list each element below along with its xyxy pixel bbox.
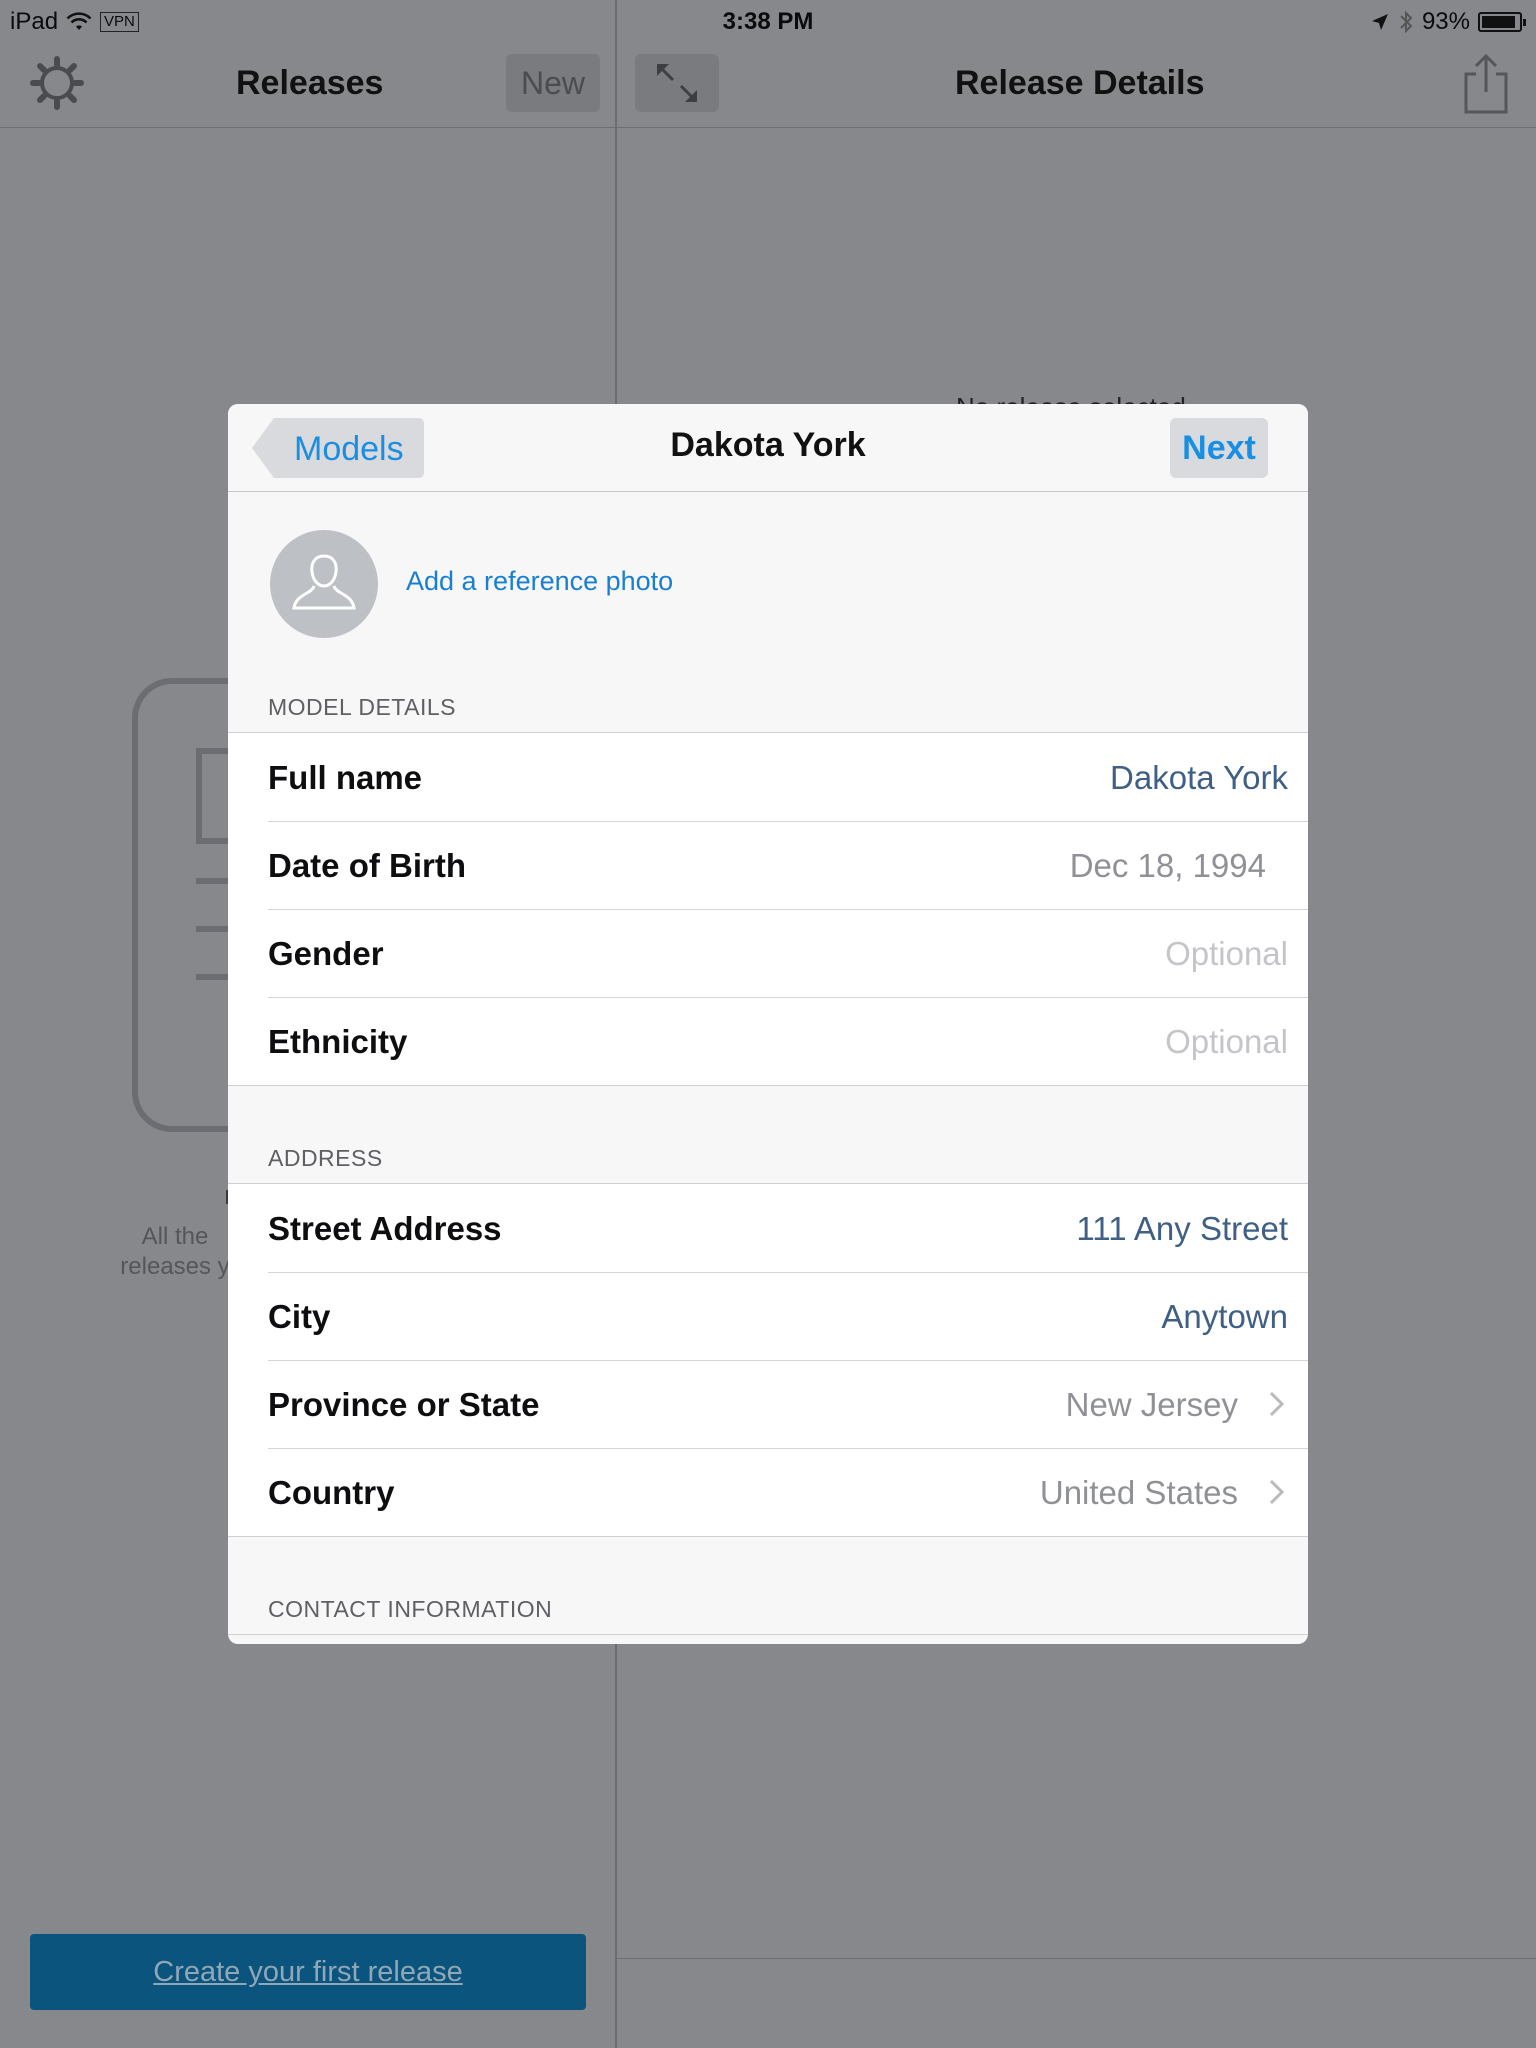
expand-button[interactable] — [635, 54, 719, 112]
contact-group-top-border — [228, 1634, 1308, 1635]
status-time: 3:38 PM — [722, 8, 814, 35]
battery-icon — [1478, 12, 1526, 32]
releases-nav-bar: Releases New — [0, 40, 616, 128]
row-ethnicity[interactable]: Ethnicity Optional — [228, 997, 1308, 1085]
releases-title: Releases — [236, 64, 384, 102]
empty-state-hint-text: All the releases y — [120, 1223, 230, 1280]
model-details-modal: Models Dakota York Next Add a reference … — [228, 404, 1308, 1644]
battery-percent: 93% — [1421, 8, 1470, 35]
back-label: Models — [294, 430, 404, 468]
add-reference-photo-link[interactable]: Add a reference photo — [406, 566, 673, 597]
row-label: Ethnicity — [268, 1023, 408, 1060]
row-label: City — [268, 1298, 331, 1335]
bluetooth-icon — [1400, 10, 1413, 34]
section-header-contact-information: CONTACT INFORMATION — [268, 1596, 553, 1622]
country-value: United States — [1039, 1474, 1238, 1511]
release-details-nav-bar: Release Details — [617, 40, 1536, 128]
row-label: Date of Birth — [268, 847, 466, 884]
person-icon — [292, 554, 356, 610]
date-of-birth-field[interactable]: Dec 18, 1994 — [1070, 847, 1266, 885]
status-bar: iPad VPN 3:38 PM 93% — [0, 0, 1536, 40]
row-label: Country — [268, 1474, 395, 1511]
status-right: 93% — [1370, 8, 1526, 36]
new-release-button[interactable]: New — [506, 54, 600, 112]
row-country[interactable]: Country United States — [228, 1448, 1308, 1536]
next-button[interactable]: Next — [1170, 418, 1268, 478]
row-label: Street Address — [268, 1210, 502, 1247]
row-label: Gender — [268, 935, 384, 972]
full-name-field[interactable]: Dakota York — [1110, 759, 1288, 797]
row-label: Province or State — [268, 1386, 540, 1423]
address-group: Street Address 111 Any Street City Anyto… — [228, 1183, 1308, 1537]
street-address-field[interactable]: 111 Any Street — [1076, 1210, 1288, 1248]
row-gender[interactable]: Gender Optional — [228, 909, 1308, 997]
bottom-toolbar-divider — [617, 1958, 1536, 1959]
row-province-or-state[interactable]: Province or State New Jersey — [228, 1360, 1308, 1448]
province-or-state-value: New Jersey — [1065, 1386, 1238, 1423]
gear-icon[interactable] — [28, 54, 86, 112]
row-label: Full name — [268, 759, 423, 796]
section-header-address: ADDRESS — [268, 1145, 383, 1171]
share-icon[interactable] — [1458, 52, 1514, 116]
chevron-right-icon — [1269, 1479, 1285, 1505]
gender-field[interactable]: Optional — [1165, 935, 1288, 973]
section-header-model-details: MODEL DETAILS — [268, 694, 456, 720]
release-details-title: Release Details — [955, 64, 1205, 102]
expand-icon — [657, 64, 697, 102]
create-first-release-button[interactable]: Create your first release — [30, 1934, 586, 2010]
row-date-of-birth[interactable]: Date of Birth Dec 18, 1994 — [228, 821, 1308, 909]
avatar[interactable] — [270, 530, 378, 638]
back-to-models-button[interactable]: Models — [252, 418, 424, 478]
row-street-address[interactable]: Street Address 111 Any Street — [228, 1184, 1308, 1272]
no-release-text: No release selected — [956, 392, 1186, 404]
chevron-right-icon — [1269, 1391, 1285, 1417]
ethnicity-field[interactable]: Optional — [1165, 1023, 1288, 1061]
row-full-name[interactable]: Full name Dakota York — [228, 733, 1308, 821]
battery-fill — [1482, 16, 1515, 28]
modal-nav-bar: Models Dakota York Next — [228, 404, 1308, 492]
city-field[interactable]: Anytown — [1161, 1298, 1288, 1336]
model-details-group: Full name Dakota York Date of Birth Dec … — [228, 732, 1308, 1086]
row-city[interactable]: City Anytown — [228, 1272, 1308, 1360]
location-arrow-icon — [1371, 14, 1388, 30]
reference-photo-row: Add a reference photo — [228, 492, 1308, 642]
